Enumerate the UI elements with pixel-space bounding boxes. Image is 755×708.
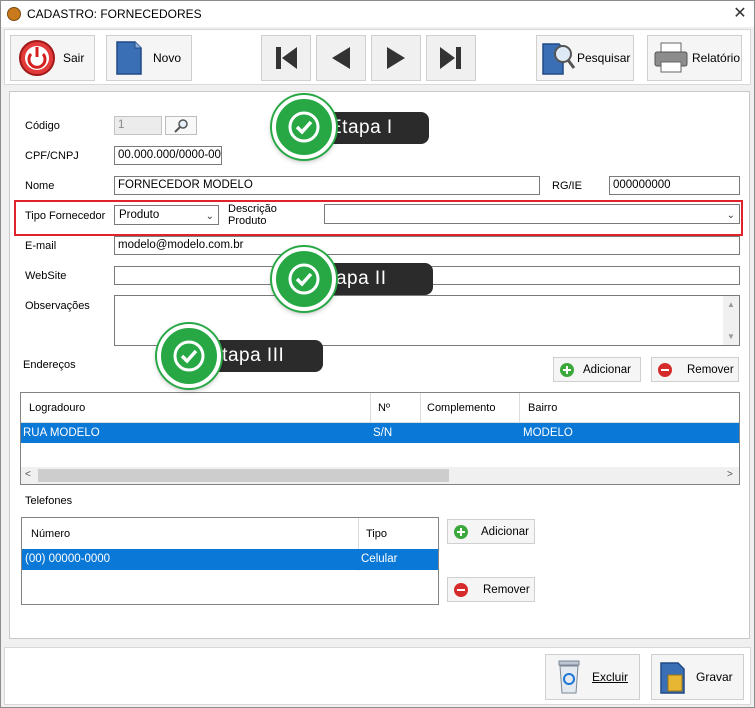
nome-label: Nome bbox=[25, 180, 55, 192]
save-icon bbox=[660, 662, 685, 694]
toolbar: Sair Novo Pesquisar Relatório bbox=[4, 29, 751, 85]
cell-telefone-tipo: Celular bbox=[361, 553, 398, 565]
pesquisar-label: Pesquisar bbox=[577, 51, 631, 65]
cell-telefone-numero: (00) 00000-0000 bbox=[25, 553, 111, 565]
scroll-left-icon[interactable]: < bbox=[25, 469, 31, 480]
codigo-field: 1 bbox=[114, 116, 162, 135]
endereco-remove-button[interactable]: Remover bbox=[651, 357, 739, 382]
pesquisar-button[interactable]: Pesquisar bbox=[536, 35, 634, 81]
horizontal-scrollbar[interactable]: < > bbox=[21, 467, 739, 484]
telefones-label: Telefones bbox=[25, 495, 73, 507]
descricao-produto-label: Descrição Produto bbox=[228, 203, 277, 227]
scrollbar-thumb[interactable] bbox=[38, 469, 449, 482]
cpf-field[interactable]: 00.000.000/0000-00 bbox=[114, 146, 222, 165]
email-field[interactable]: modelo@modelo.com.br bbox=[114, 236, 740, 255]
rg-field[interactable]: 000000000 bbox=[609, 176, 740, 195]
new-document-icon bbox=[116, 41, 142, 75]
search-icon bbox=[174, 118, 188, 133]
tipo-fornecedor-value: Produto bbox=[119, 209, 160, 221]
telefone-remove-button[interactable]: Remover bbox=[447, 577, 535, 602]
nome-field[interactable]: FORNECEDOR MODELO bbox=[114, 176, 540, 195]
cell-logradouro: RUA MODELO bbox=[23, 427, 100, 439]
descricao-produto-select[interactable]: ⌄ bbox=[324, 204, 740, 224]
cell-numero: S/N bbox=[373, 427, 393, 439]
recycle-bin-icon bbox=[558, 660, 580, 694]
observacoes-label: Observações bbox=[25, 300, 90, 312]
close-button[interactable]: ✕ bbox=[729, 4, 751, 24]
codigo-search-button[interactable] bbox=[165, 116, 197, 135]
add-icon bbox=[454, 524, 468, 539]
rg-label: RG/IE bbox=[552, 180, 582, 192]
add-icon bbox=[560, 362, 574, 377]
checkmark-icon bbox=[157, 324, 221, 388]
telefone-remove-label: Remover bbox=[483, 583, 530, 596]
previous-record-button[interactable] bbox=[316, 35, 366, 81]
col-telefone-numero: Número bbox=[31, 528, 71, 540]
cell-bairro: MODELO bbox=[523, 427, 573, 439]
codigo-label: Código bbox=[25, 120, 60, 132]
sair-label: Sair bbox=[63, 51, 85, 65]
website-label: WebSite bbox=[25, 270, 67, 282]
last-icon bbox=[440, 47, 461, 69]
col-logradouro: Logradouro bbox=[29, 402, 86, 414]
chevron-down-icon: ⌄ bbox=[205, 211, 214, 222]
email-label: E-mail bbox=[25, 240, 57, 252]
table-row[interactable]: (00) 00000-0000 Celular bbox=[22, 549, 438, 570]
power-icon bbox=[19, 40, 55, 76]
window-title: CADASTRO: FORNECEDORES bbox=[27, 7, 202, 21]
novo-label: Novo bbox=[153, 51, 182, 65]
search-document-icon bbox=[542, 43, 576, 75]
tipo-fornecedor-select[interactable]: Produto ⌄ bbox=[114, 205, 219, 225]
window: CADASTRO: FORNECEDORES ✕ Sair Novo Pesqu… bbox=[0, 0, 755, 708]
col-numero: Nº bbox=[378, 402, 390, 414]
chevron-down-icon: ⌄ bbox=[726, 210, 735, 221]
cpf-label: CPF/CNPJ bbox=[25, 150, 79, 162]
printer-icon bbox=[654, 42, 688, 73]
col-telefone-tipo: Tipo bbox=[366, 528, 387, 540]
col-complemento: Complemento bbox=[427, 402, 496, 414]
app-icon bbox=[7, 7, 21, 21]
endereco-remove-label: Remover bbox=[687, 363, 734, 376]
previous-icon bbox=[332, 47, 350, 69]
footer-bar: Excluir Gravar bbox=[4, 647, 751, 705]
sair-button[interactable]: Sair bbox=[10, 35, 95, 81]
next-icon bbox=[387, 47, 405, 69]
remove-icon bbox=[658, 362, 672, 377]
gravar-label: Gravar bbox=[696, 670, 733, 684]
excluir-button[interactable]: Excluir bbox=[545, 654, 640, 700]
table-row[interactable]: RUA MODELO S/N MODELO bbox=[21, 423, 739, 443]
last-record-button[interactable] bbox=[426, 35, 476, 81]
observacoes-scrollbar[interactable]: ▲ ▼ bbox=[723, 296, 739, 345]
remove-icon bbox=[454, 582, 468, 597]
checkmark-icon bbox=[272, 95, 336, 159]
relatorio-label: Relatório bbox=[692, 51, 741, 65]
novo-button[interactable]: Novo bbox=[106, 35, 192, 81]
endereco-add-button[interactable]: Adicionar bbox=[553, 357, 641, 382]
tipo-fornecedor-label: Tipo Fornecedor bbox=[25, 210, 106, 222]
relatorio-button[interactable]: Relatório bbox=[647, 35, 742, 81]
excluir-label: Excluir bbox=[592, 670, 629, 684]
checkmark-icon bbox=[272, 247, 336, 311]
next-record-button[interactable] bbox=[371, 35, 421, 81]
first-record-button[interactable] bbox=[261, 35, 311, 81]
telefone-add-button[interactable]: Adicionar bbox=[447, 519, 535, 544]
scroll-right-icon[interactable]: > bbox=[727, 469, 733, 480]
enderecos-label: Endereços bbox=[23, 359, 76, 371]
gravar-button[interactable]: Gravar bbox=[651, 654, 744, 700]
telefone-add-label: Adicionar bbox=[481, 525, 529, 538]
first-icon bbox=[276, 47, 297, 69]
col-bairro: Bairro bbox=[528, 402, 558, 414]
endereco-add-label: Adicionar bbox=[583, 363, 631, 376]
title-bar: CADASTRO: FORNECEDORES ✕ bbox=[1, 1, 754, 27]
